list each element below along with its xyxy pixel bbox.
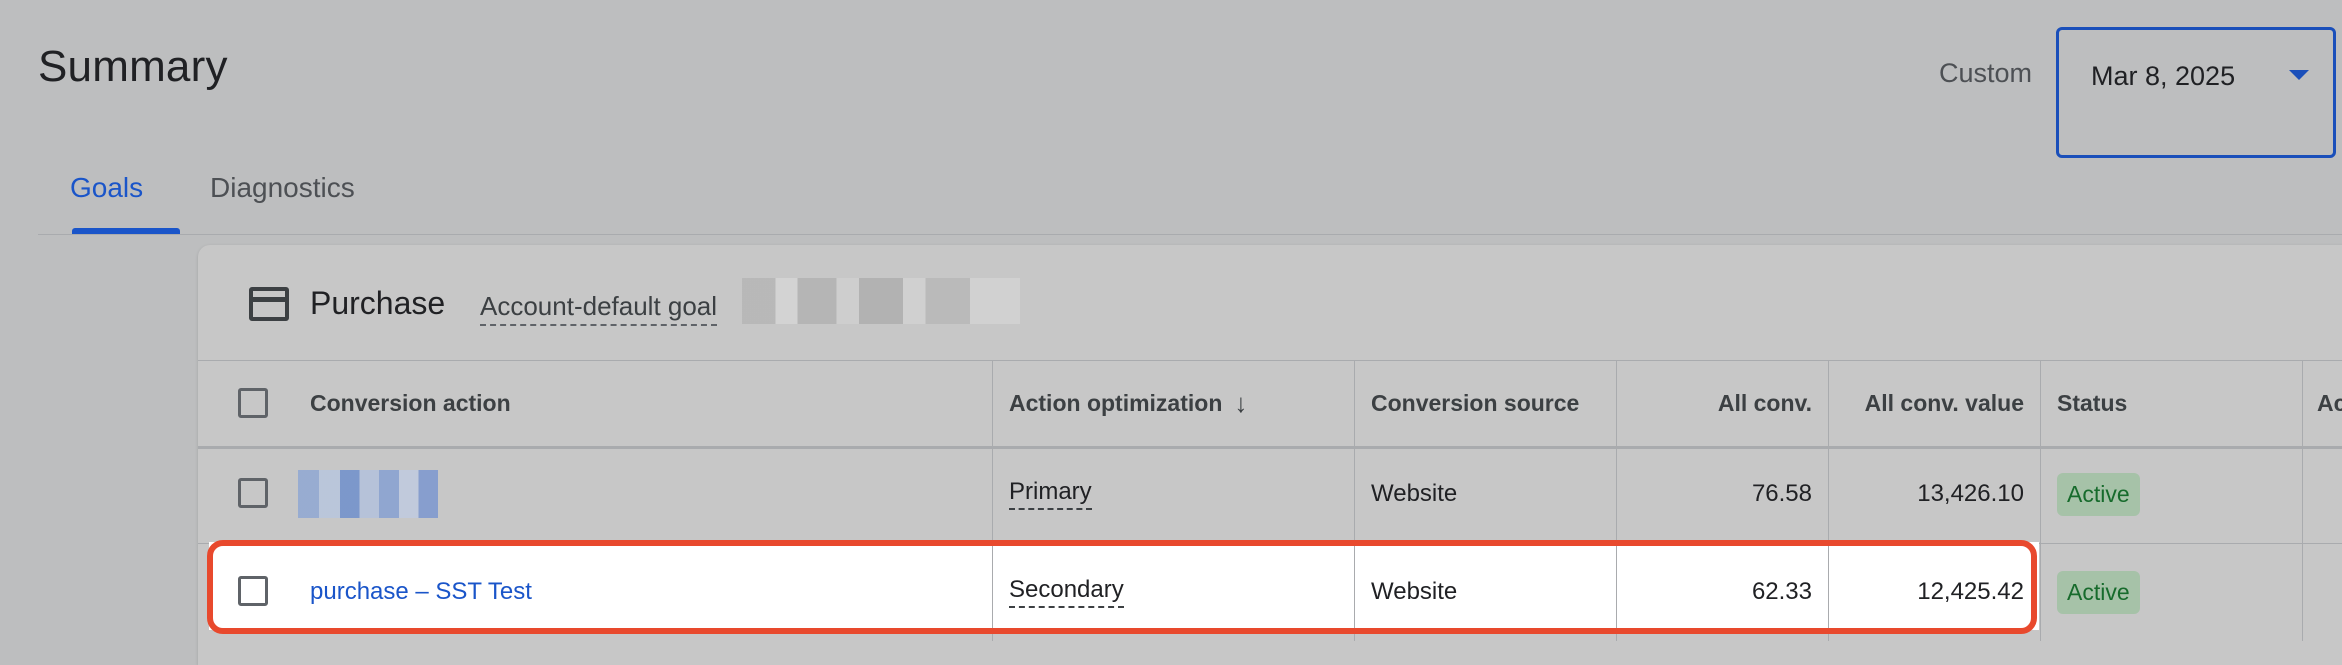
table-row[interactable]: Primary Website 76.58 13,426.10 Active	[198, 445, 2342, 544]
conversion-source-cell: Website	[1354, 445, 1616, 543]
chevron-down-icon	[2289, 70, 2309, 80]
column-header-action-optimization[interactable]: Action optimization ↓	[992, 361, 1354, 446]
status-badge: Active	[2057, 570, 2140, 614]
date-range-select[interactable]: Mar 8, 2025	[2056, 27, 2336, 158]
column-header-truncated[interactable]: Ac	[2302, 361, 2342, 446]
date-range-label: Custom	[1939, 58, 2033, 88]
optimization-value[interactable]: Primary	[1009, 478, 1092, 510]
goal-card-header: Purchase Account-default goal	[198, 245, 2342, 360]
date-value: Mar 8, 2025	[2091, 61, 2236, 91]
status-cell: Active	[2040, 445, 2302, 543]
column-header-conversion-source[interactable]: Conversion source	[1354, 361, 1616, 446]
column-header-action-optimization-label: Action optimization	[1009, 390, 1223, 416]
redacted-conversion-action-link[interactable]	[298, 470, 438, 518]
table-header-row: Conversion action Action optimization ↓ …	[198, 360, 2342, 449]
status-cell: Active	[2040, 543, 2302, 641]
row-checkbox[interactable]	[238, 478, 268, 508]
goal-name: Purchase	[310, 285, 446, 321]
select-all-checkbox[interactable]	[238, 388, 268, 418]
action-optimization-cell: Primary	[992, 445, 1354, 543]
goal-tag[interactable]: Account-default goal	[480, 291, 718, 326]
status-badge: Active	[2057, 472, 2140, 516]
page-title: Summary	[38, 42, 228, 91]
column-header-status[interactable]: Status	[2040, 361, 2302, 446]
tab-goals[interactable]: Goals	[70, 172, 143, 204]
truncated-cell	[2302, 543, 2342, 641]
column-header-all-conv[interactable]: All conv.	[1616, 361, 1828, 446]
highlight-frame	[207, 540, 2037, 634]
column-header-conversion-action[interactable]: Conversion action	[310, 361, 990, 446]
redacted-text	[742, 278, 1020, 324]
all-conv-value-cell: 13,426.10	[1828, 445, 2040, 543]
tabs: Goals Diagnostics	[38, 160, 2342, 236]
truncated-cell	[2302, 445, 2342, 543]
tab-diagnostics[interactable]: Diagnostics	[210, 172, 355, 204]
tabs-divider	[38, 234, 2342, 235]
arrow-down-icon: ↓	[1234, 388, 1248, 418]
all-conv-cell: 76.58	[1616, 445, 1828, 543]
credit-card-icon	[249, 287, 289, 321]
column-header-all-conv-value[interactable]: All conv. value	[1828, 361, 2040, 446]
